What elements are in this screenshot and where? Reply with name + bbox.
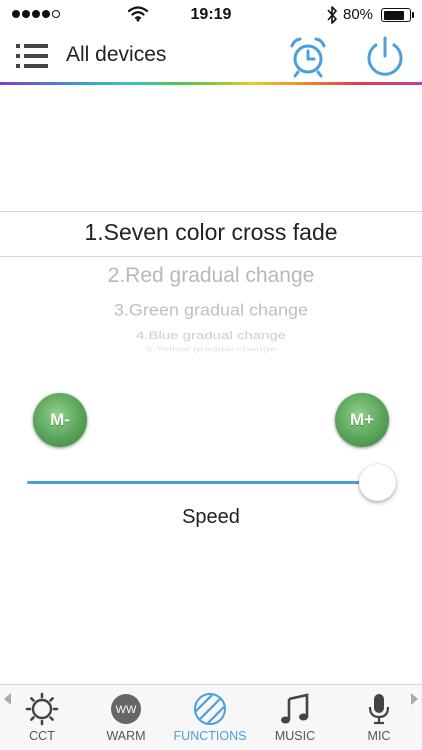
tab-label: CCT [29, 729, 55, 743]
picker-item[interactable]: 4.Blue gradual change [0, 329, 422, 342]
striped-circle-icon [194, 693, 226, 725]
music-note-icon [281, 693, 309, 724]
page-title: All devices [66, 43, 167, 66]
bluetooth-icon [327, 6, 337, 24]
sun-gear-icon [25, 692, 59, 726]
tab-bar: CCT WW WARM FUNCTIONS MUSIC MIC [0, 684, 422, 750]
mode-plus-button[interactable]: M+ [335, 393, 389, 447]
rainbow-divider [0, 82, 422, 85]
picker-item[interactable]: 3.Green gradual change [0, 301, 422, 320]
ww-icon-text: WW [116, 704, 137, 716]
battery-icon [381, 8, 414, 22]
status-bar: 19:19 80% [0, 0, 422, 30]
tab-label: MIC [367, 729, 391, 743]
mode-minus-button[interactable]: M- [33, 393, 87, 447]
tab-mic[interactable]: MIC [337, 691, 421, 749]
ww-circle-icon: WW [111, 694, 141, 724]
tab-cct[interactable]: CCT [0, 691, 84, 749]
nav-bar: All devices [0, 30, 422, 82]
speed-slider-track[interactable] [27, 481, 382, 484]
tab-label: FUNCTIONS [173, 729, 247, 743]
function-picker[interactable]: 1.Seven color cross fade 2.Red gradual c… [0, 86, 422, 356]
tab-music[interactable]: MUSIC [253, 691, 337, 749]
picker-bottom-line [0, 256, 422, 257]
picker-item[interactable]: 5.Yellow gradual change [0, 346, 422, 353]
tab-label: WARM [106, 729, 146, 743]
microphone-icon [368, 694, 390, 725]
menu-list-icon[interactable] [16, 42, 48, 70]
tab-label: MUSIC [274, 729, 316, 743]
battery-percent: 80% [343, 6, 374, 23]
tab-warm[interactable]: WW WARM [84, 691, 168, 749]
power-icon[interactable] [362, 34, 408, 80]
picker-item-selected[interactable]: 1.Seven color cross fade [0, 219, 422, 246]
picker-item[interactable]: 2.Red gradual change [0, 264, 422, 288]
speed-slider-thumb[interactable] [359, 464, 396, 501]
speed-label: Speed [182, 506, 240, 528]
alarm-clock-icon[interactable] [288, 36, 328, 78]
picker-top-line [0, 211, 422, 212]
tab-functions[interactable]: FUNCTIONS [168, 691, 252, 749]
